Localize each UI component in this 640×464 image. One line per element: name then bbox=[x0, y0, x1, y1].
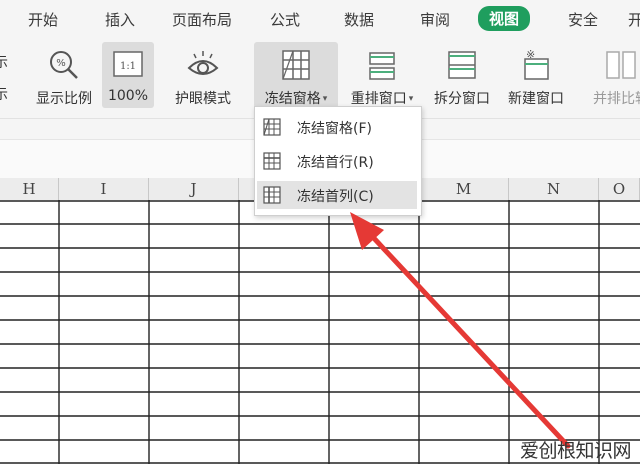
freeze-panes-menu: 冻结窗格(F) 冻结首行(R) 冻结首列(C) bbox=[254, 106, 422, 216]
left-partial-label-1: 示 bbox=[0, 55, 8, 71]
tab-home[interactable]: 开始 bbox=[28, 9, 58, 30]
eye-protection-button[interactable]: 护眼模式 bbox=[170, 42, 236, 108]
eye-icon bbox=[187, 51, 219, 75]
dropdown-caret-icon: ▾ bbox=[408, 94, 414, 104]
menu-item-freeze-first-column[interactable]: 冻结首列(C) bbox=[257, 181, 417, 209]
menu-item-freeze-first-column-label: 冻结首列(C) bbox=[297, 189, 374, 205]
eye-protection-label: 护眼模式 bbox=[175, 91, 231, 107]
dropdown-caret-icon: ▾ bbox=[322, 94, 328, 104]
left-partial-label-2: 示 bbox=[0, 87, 8, 103]
zoom-100-label: 100% bbox=[107, 88, 149, 104]
tab-review[interactable]: 审阅 bbox=[420, 9, 450, 30]
rearrange-windows-button[interactable]: 重排窗口 ▾ bbox=[344, 42, 420, 108]
spreadsheet-grid[interactable] bbox=[0, 200, 640, 464]
new-window-button[interactable]: ※ 新建窗口 bbox=[502, 42, 570, 108]
freeze-panes-label: 冻结窗格 ▾ bbox=[264, 91, 328, 107]
freeze-panes-icon bbox=[282, 50, 310, 80]
tab-developer-partial[interactable]: 开 bbox=[628, 9, 640, 30]
column-header-j[interactable]: J bbox=[149, 178, 239, 201]
split-window-icon bbox=[448, 51, 476, 79]
show-ratio-button[interactable]: % 显示比例 bbox=[32, 42, 96, 108]
column-header-o[interactable]: O bbox=[599, 178, 640, 201]
one-to-one-icon: 1:1 bbox=[113, 51, 143, 77]
svg-text:1:1: 1:1 bbox=[120, 61, 136, 72]
freeze-top-row-icon bbox=[263, 152, 281, 170]
side-by-side-icon bbox=[606, 51, 636, 79]
show-ratio-label: 显示比例 bbox=[36, 91, 92, 107]
menu-item-freeze-top-row-label: 冻结首行(R) bbox=[297, 155, 374, 171]
ribbon-tab-bar: 开始 插入 页面布局 公式 数据 审阅 视图 安全 开 bbox=[0, 0, 640, 38]
tab-data[interactable]: 数据 bbox=[344, 9, 374, 30]
column-header-i[interactable]: I bbox=[59, 178, 149, 201]
zoom-100-button[interactable]: 1:1 100% bbox=[102, 42, 154, 108]
watermark-text: 爱创根知识网 bbox=[520, 440, 632, 462]
tab-insert[interactable]: 插入 bbox=[105, 9, 135, 30]
menu-item-freeze-top-row[interactable]: 冻结首行(R) bbox=[257, 147, 417, 175]
column-header-h[interactable]: H bbox=[0, 178, 59, 201]
zoom-percent-icon: % bbox=[50, 51, 78, 79]
svg-text:※: ※ bbox=[526, 48, 535, 61]
split-window-label: 拆分窗口 bbox=[434, 91, 490, 107]
freeze-panes-icon bbox=[263, 118, 281, 136]
freeze-panes-button[interactable]: 冻结窗格 ▾ bbox=[254, 42, 338, 108]
side-by-side-button[interactable]: 并排比较 bbox=[586, 42, 640, 108]
grid-lines bbox=[0, 200, 640, 464]
new-window-icon: ※ bbox=[524, 48, 549, 80]
rearrange-windows-label: 重排窗口 ▾ bbox=[350, 91, 414, 107]
column-header-n[interactable]: N bbox=[509, 178, 599, 201]
tab-formulas[interactable]: 公式 bbox=[270, 9, 300, 30]
new-window-label: 新建窗口 bbox=[508, 91, 564, 107]
tab-page-layout[interactable]: 页面布局 bbox=[172, 9, 232, 30]
svg-text:%: % bbox=[56, 58, 66, 69]
tab-security[interactable]: 安全 bbox=[568, 9, 598, 30]
column-header-m[interactable]: M bbox=[419, 178, 509, 201]
tab-view[interactable]: 视图 bbox=[478, 6, 531, 31]
menu-item-freeze-panes-label: 冻结窗格(F) bbox=[297, 121, 372, 137]
rearrange-windows-icon bbox=[369, 52, 395, 80]
freeze-first-column-icon bbox=[263, 186, 281, 204]
side-by-side-label: 并排比较 bbox=[593, 91, 640, 107]
menu-item-freeze-panes[interactable]: 冻结窗格(F) bbox=[257, 113, 417, 141]
split-window-button[interactable]: 拆分窗口 bbox=[428, 42, 496, 108]
